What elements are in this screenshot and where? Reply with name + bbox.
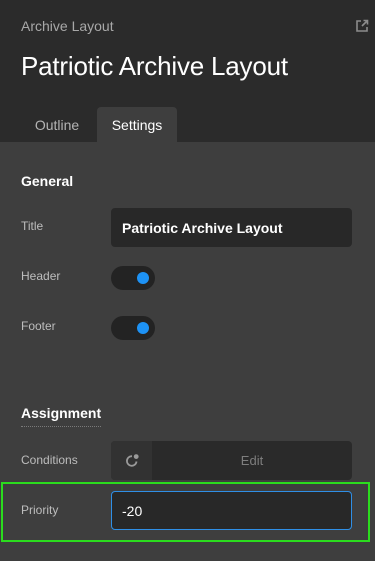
section-heading-assignment: Assignment bbox=[21, 405, 102, 427]
header-label: Header bbox=[21, 269, 61, 283]
footer-label: Footer bbox=[21, 319, 56, 333]
toggle-knob bbox=[137, 272, 149, 284]
page-title: Patriotic Archive Layout bbox=[21, 51, 288, 81]
footer-toggle[interactable] bbox=[111, 316, 155, 340]
priority-input[interactable] bbox=[111, 491, 352, 530]
tab-outline[interactable]: Outline bbox=[21, 107, 93, 142]
header-toggle[interactable] bbox=[111, 266, 155, 290]
breadcrumb: Archive Layout bbox=[21, 18, 114, 34]
priority-label: Priority bbox=[21, 503, 59, 517]
toggle-knob bbox=[137, 322, 149, 334]
edit-conditions-button[interactable]: Edit bbox=[152, 441, 352, 480]
external-link-icon[interactable] bbox=[354, 18, 370, 34]
title-label: Title bbox=[21, 219, 44, 233]
section-heading-general: General bbox=[21, 173, 74, 189]
conditions-label: Conditions bbox=[21, 453, 78, 467]
conditions-icon[interactable] bbox=[111, 441, 152, 480]
tab-settings[interactable]: Settings bbox=[97, 107, 177, 142]
panel-header: Archive Layout Patriotic Archive Layout … bbox=[0, 0, 375, 142]
conditions-control: Edit bbox=[111, 441, 352, 480]
title-input[interactable] bbox=[111, 208, 352, 247]
